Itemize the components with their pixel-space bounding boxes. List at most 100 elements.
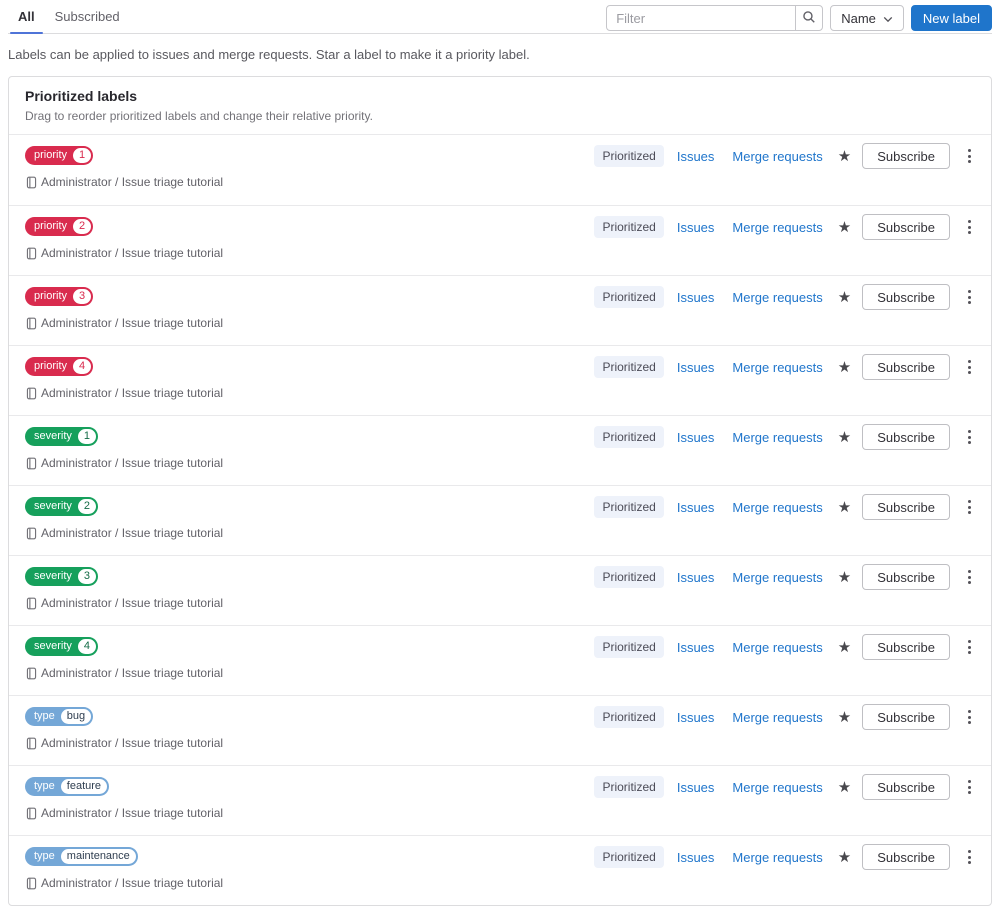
search-button[interactable] [795, 5, 824, 31]
sort-dropdown[interactable]: Name [830, 5, 904, 31]
project-line: Administrator / Issue triage tutorial [25, 314, 225, 332]
subscribe-button[interactable]: Subscribe [862, 354, 950, 380]
scoped-label-value: 2 [77, 499, 97, 514]
scoped-label[interactable]: severity 1 [25, 427, 99, 446]
labels-toolbar: All Subscribed Name [8, 0, 992, 34]
star-icon[interactable]: ★ [836, 147, 853, 166]
label-row: severity 2 Administrator / Issue triage … [9, 485, 991, 555]
label-row: severity 3 Administrator / Issue triage … [9, 555, 991, 625]
issues-link[interactable]: Issues [677, 570, 715, 585]
scoped-label[interactable]: priority 3 [25, 287, 94, 306]
subscribe-button[interactable]: Subscribe [862, 564, 950, 590]
issues-link[interactable]: Issues [677, 850, 715, 865]
subscribe-button[interactable]: Subscribe [862, 284, 950, 310]
merge-requests-link[interactable]: Merge requests [732, 220, 822, 235]
star-icon[interactable]: ★ [836, 708, 853, 727]
scoped-label-key: priority [34, 360, 68, 372]
kebab-menu-icon[interactable] [962, 355, 977, 379]
kebab-menu-icon[interactable] [962, 495, 977, 519]
star-icon[interactable]: ★ [836, 288, 853, 307]
issues-link[interactable]: Issues [677, 220, 715, 235]
scoped-label[interactable]: severity 3 [25, 567, 99, 586]
kebab-menu-icon[interactable] [962, 565, 977, 589]
row-actions: Prioritized Issues Merge requests ★ Subs… [594, 494, 977, 520]
labels-page: All Subscribed Name [0, 0, 1000, 906]
issues-link[interactable]: Issues [677, 500, 715, 515]
star-icon[interactable]: ★ [836, 848, 853, 867]
merge-requests-link[interactable]: Merge requests [732, 640, 822, 655]
scoped-label[interactable]: priority 2 [25, 217, 94, 236]
subscribe-button[interactable]: Subscribe [862, 704, 950, 730]
labels-tabs: All Subscribed [8, 0, 130, 34]
merge-requests-link[interactable]: Merge requests [732, 290, 822, 305]
scoped-label-key: type [34, 850, 55, 862]
merge-requests-link[interactable]: Merge requests [732, 500, 822, 515]
scoped-label[interactable]: severity 4 [25, 637, 99, 656]
scoped-label-value: 1 [77, 429, 97, 444]
scoped-label[interactable]: priority 1 [25, 146, 94, 165]
scoped-label[interactable]: severity 2 [25, 497, 99, 516]
issues-link[interactable]: Issues [677, 430, 715, 445]
project-line: Administrator / Issue triage tutorial [25, 173, 225, 191]
merge-requests-link[interactable]: Merge requests [732, 570, 822, 585]
filter-group [606, 5, 824, 31]
scoped-label-key: priority [34, 220, 68, 232]
issues-link[interactable]: Issues [677, 780, 715, 795]
star-icon[interactable]: ★ [836, 498, 853, 517]
issues-link[interactable]: Issues [677, 290, 715, 305]
kebab-menu-icon[interactable] [962, 215, 977, 239]
merge-requests-link[interactable]: Merge requests [732, 780, 822, 795]
merge-requests-link[interactable]: Merge requests [732, 710, 822, 725]
scoped-label[interactable]: type maintenance [25, 847, 138, 866]
subscribe-button[interactable]: Subscribe [862, 214, 950, 240]
project-icon [25, 175, 41, 189]
scoped-label-key: priority [34, 149, 68, 161]
card-header: Prioritized labels Drag to reorder prior… [9, 77, 991, 135]
kebab-menu-icon[interactable] [962, 285, 977, 309]
kebab-menu-icon[interactable] [962, 775, 977, 799]
prioritized-badge: Prioritized [594, 636, 664, 658]
star-icon[interactable]: ★ [836, 358, 853, 377]
scoped-label[interactable]: priority 4 [25, 357, 94, 376]
kebab-menu-icon[interactable] [962, 635, 977, 659]
subscribe-button[interactable]: Subscribe [862, 424, 950, 450]
scoped-label-value: 3 [77, 569, 97, 584]
scoped-label-value: 2 [73, 219, 92, 234]
subscribe-button[interactable]: Subscribe [862, 634, 950, 660]
star-icon[interactable]: ★ [836, 218, 853, 237]
star-icon[interactable]: ★ [836, 428, 853, 447]
subscribe-button[interactable]: Subscribe [862, 774, 950, 800]
subscribe-button[interactable]: Subscribe [862, 494, 950, 520]
issues-link[interactable]: Issues [677, 149, 715, 164]
merge-requests-link[interactable]: Merge requests [732, 149, 822, 164]
tab-subscribed[interactable]: Subscribed [45, 0, 130, 33]
merge-requests-link[interactable]: Merge requests [732, 360, 822, 375]
subscribe-button[interactable]: Subscribe [862, 143, 950, 169]
star-icon[interactable]: ★ [836, 638, 853, 657]
kebab-menu-icon[interactable] [962, 845, 977, 869]
label-row: type feature Administrator / Issue triag… [9, 765, 991, 835]
star-icon[interactable]: ★ [836, 778, 853, 797]
scoped-label[interactable]: type bug [25, 707, 94, 726]
subscribe-button[interactable]: Subscribe [862, 844, 950, 870]
scoped-label[interactable]: type feature [25, 777, 110, 796]
scoped-label-value: 1 [73, 148, 92, 163]
merge-requests-link[interactable]: Merge requests [732, 850, 822, 865]
prioritized-badge: Prioritized [594, 356, 664, 378]
label-row: type maintenance Administrator / Issue t… [9, 835, 991, 905]
tab-all[interactable]: All [8, 0, 45, 34]
kebab-menu-icon[interactable] [962, 425, 977, 449]
new-label-button[interactable]: New label [910, 5, 992, 31]
project-icon [25, 456, 41, 470]
project-name: Administrator / Issue triage tutorial [41, 876, 224, 890]
row-actions: Prioritized Issues Merge requests ★ Subs… [594, 704, 977, 730]
filter-input[interactable] [606, 5, 797, 31]
merge-requests-link[interactable]: Merge requests [732, 430, 822, 445]
kebab-menu-icon[interactable] [962, 144, 977, 168]
issues-link[interactable]: Issues [677, 710, 715, 725]
project-name: Administrator / Issue triage tutorial [41, 175, 224, 189]
issues-link[interactable]: Issues [677, 640, 715, 655]
star-icon[interactable]: ★ [836, 568, 853, 587]
issues-link[interactable]: Issues [677, 360, 715, 375]
kebab-menu-icon[interactable] [962, 705, 977, 729]
